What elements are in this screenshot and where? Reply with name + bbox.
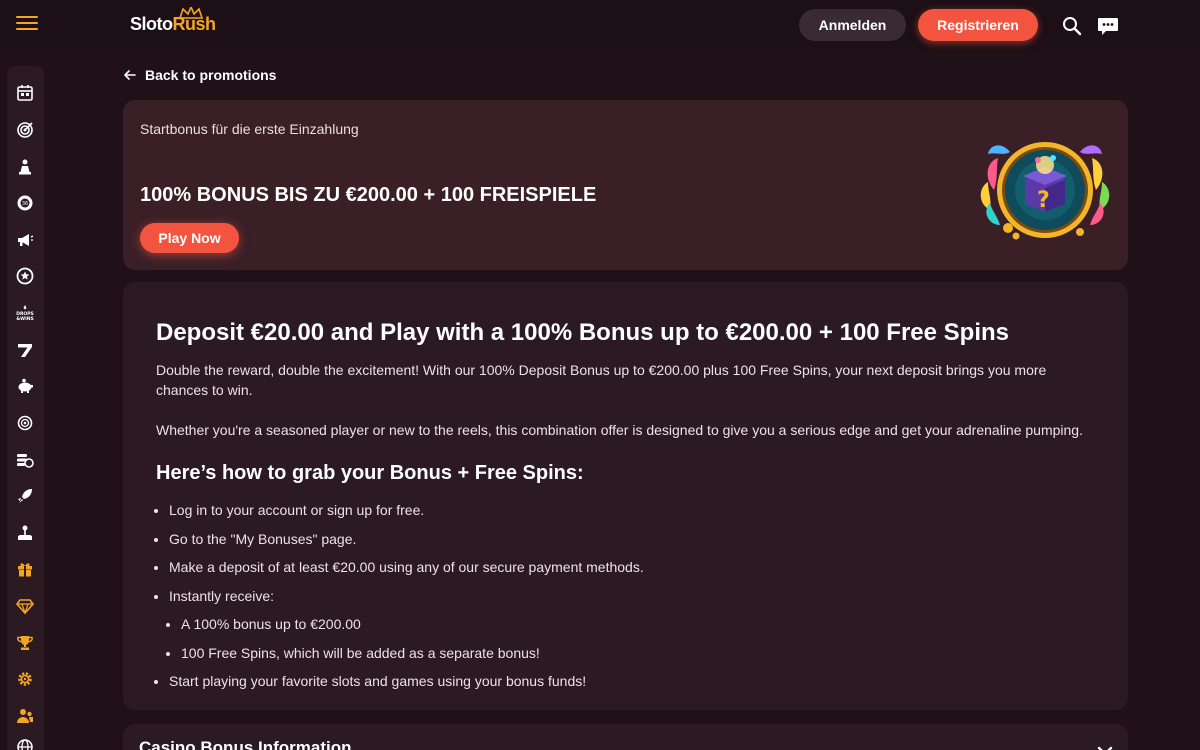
promo-hero-card: Startbonus für die erste Einzahlung 100%… — [123, 100, 1128, 270]
list-item: 100 Free Spins, which will be added as a… — [181, 643, 1095, 663]
svg-text:36: 36 — [22, 201, 28, 207]
sidebar-target-icon[interactable] — [15, 120, 35, 140]
list-item: Instantly receive: A 100% bonus up to €2… — [169, 586, 1095, 663]
back-to-promotions-link[interactable]: Back to promotions — [123, 66, 276, 84]
list-item: Start playing your favorite slots and ga… — [169, 671, 1095, 691]
sidebar-megaphone-icon[interactable] — [15, 230, 35, 250]
steps-list: Log in to your account or sign up for fr… — [156, 500, 1095, 691]
svg-text:&WINS: &WINS — [16, 316, 34, 322]
chevron-down-icon — [1097, 746, 1113, 750]
play-now-button[interactable]: Play Now — [140, 223, 239, 253]
sidebar-rocket-icon[interactable] — [15, 486, 35, 506]
accordion-title: Casino Bonus Information — [139, 738, 352, 750]
sidebar-joystick-icon[interactable] — [15, 523, 35, 543]
mystery-box-illustration: ? — [980, 142, 1110, 240]
sidebar-gear-icon[interactable] — [15, 669, 35, 689]
search-icon[interactable] — [1061, 15, 1083, 37]
top-bar: SlotoRush Anmelden Registrieren — [0, 0, 1200, 50]
hamburger-menu-icon[interactable] — [16, 16, 38, 34]
how-to-heading: Here’s how to grab your Bonus + Free Spi… — [156, 462, 584, 484]
svg-text:?: ? — [1037, 188, 1050, 213]
promo-subtitle: Startbonus für die erste Einzahlung — [140, 121, 359, 137]
register-button[interactable]: Registrieren — [918, 9, 1038, 41]
sidebar-roulette-icon[interactable] — [15, 413, 35, 433]
list-item: A 100% bonus up to €200.00 — [181, 614, 1095, 634]
list-item: Log in to your account or sign up for fr… — [169, 500, 1095, 520]
sidebar-bingo-ball-icon[interactable]: 36 — [15, 193, 35, 213]
sidebar-diamond-icon[interactable] — [15, 596, 35, 616]
list-item: Go to the "My Bonuses" page. — [169, 529, 1095, 549]
list-item-text: Instantly receive: — [169, 587, 275, 604]
promo-title: 100% BONUS BIS ZU €200.00 + 100 FREISPIE… — [140, 184, 597, 206]
sidebar-chess-piece-icon[interactable] — [15, 157, 35, 177]
logo[interactable]: SlotoRush — [130, 7, 216, 40]
login-button[interactable]: Anmelden — [799, 9, 906, 41]
promo-details-heading: Deposit €20.00 and Play with a 100% Bonu… — [156, 319, 1010, 346]
promo-description-paragraph: Double the reward, double the excitement… — [156, 362, 1047, 398]
sidebar-coins-icon[interactable] — [15, 450, 35, 470]
list-item: Make a deposit of at least €20.00 using … — [169, 557, 1095, 577]
sidebar-calendar-icon[interactable] — [15, 83, 35, 103]
sidebar-users-icon[interactable] — [15, 706, 35, 726]
sidebar-star-badge-icon[interactable] — [15, 266, 35, 286]
sub-steps-list: A 100% bonus up to €200.00 100 Free Spin… — [169, 614, 1095, 663]
arrow-left-icon — [124, 70, 136, 80]
sidebar-trophy-icon[interactable] — [15, 633, 35, 653]
sidebar-piggy-bank-icon[interactable] — [15, 376, 35, 396]
crown-icon — [178, 7, 204, 19]
promo-description-paragraph-2: Whether you're a seasoned player or new … — [156, 422, 1083, 438]
sidebar-globe-icon[interactable] — [15, 737, 35, 750]
casino-bonus-info-accordion[interactable]: Casino Bonus Information — [123, 724, 1128, 750]
sidebar-drops-wins-icon[interactable]: DROPS &WINS — [15, 303, 35, 323]
sidebar: 36 DROPS &WINS — [7, 66, 44, 750]
chat-icon[interactable] — [1097, 15, 1119, 37]
logo-text-sloto: Sloto — [130, 14, 173, 34]
promo-details-card: Deposit €20.00 and Play with a 100% Bonu… — [123, 282, 1128, 710]
sidebar-gift-icon[interactable] — [15, 559, 35, 579]
back-link-label: Back to promotions — [145, 67, 277, 83]
sidebar-seven-icon[interactable] — [15, 340, 35, 360]
